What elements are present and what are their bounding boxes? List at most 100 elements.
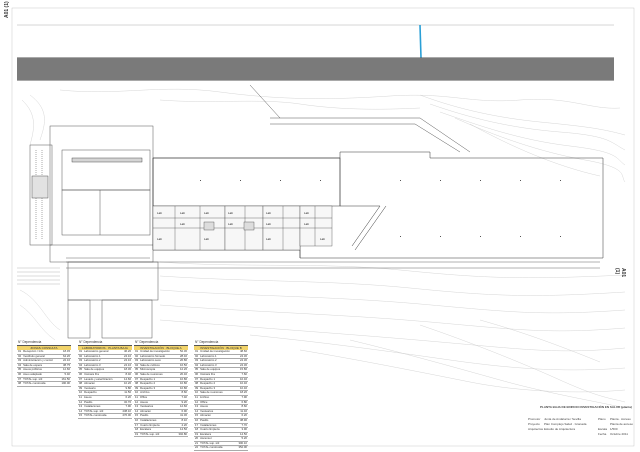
legend-row-area: 3.90 — [241, 428, 247, 432]
room-label: Lab — [304, 222, 309, 226]
legend-row-area: 302.80 — [178, 432, 187, 436]
legend-row-name: Despacho — [84, 391, 97, 395]
room-label: Lab — [157, 211, 162, 215]
legend-row-name: TOTAL sup. útil — [140, 432, 160, 436]
legend-row-name: Aseos — [200, 405, 208, 409]
title-block-field: 1/500 — [610, 427, 618, 431]
legend-row-name: Office — [200, 400, 208, 404]
legend-row-area: 24.10 — [124, 363, 131, 367]
legend-row-area: 20.40 — [180, 372, 187, 376]
legend-row-name: Sala de equipos — [200, 368, 221, 372]
legend-table-2: N° Dependencia LABORATORIOS · PLANTA BAJ… — [78, 340, 132, 419]
legend-row-name: Despacho 2 — [140, 382, 156, 386]
legend-row-name: Instalaciones — [84, 405, 101, 409]
legend-row-area: 8.60 — [241, 405, 247, 409]
legend-row-area: 7.40 — [181, 395, 187, 399]
legend-row-area: 4.20 — [181, 423, 187, 427]
title-block-field: Promotor — [528, 417, 541, 421]
legend-row-name: Escalera — [200, 432, 212, 436]
legend-row-area: 161.50 — [61, 377, 70, 381]
legend-row-area: 24.30 — [240, 359, 247, 363]
legend-row-name: Vestuarios — [200, 409, 214, 413]
title-block-title: PLANTA BAJA DE EDIFICIO INVESTIGACIÓN EN… — [540, 405, 632, 409]
legend-row-name: Sala de reuniones — [200, 391, 223, 395]
legend-row-name: Administración y control — [23, 359, 53, 363]
legend-row-area: 18.20 — [240, 391, 247, 395]
legend-row-area: 14.60 — [124, 377, 131, 381]
title-block-field: Octubre 2011 — [610, 432, 628, 436]
legend-row-name: Vestíbulo general — [23, 354, 45, 358]
legend-row-area: 8.40 — [125, 372, 131, 376]
room-label: Lab — [204, 211, 209, 215]
room-label: Lab — [204, 237, 209, 241]
legend-row-name: TOTAL sup. útil — [84, 409, 104, 413]
legend-row-area: 300.10 — [238, 441, 247, 445]
legend-row-name: Laboratorio seco — [140, 359, 161, 363]
title-block-field: Escala — [598, 427, 608, 431]
legend-row-name: Despacho 2 — [200, 382, 216, 386]
legend-row-name: Unidad de investigación — [200, 350, 230, 353]
access-road — [66, 257, 600, 269]
legend-row: 19 TOTAL sup. útil 302.80 — [134, 433, 188, 438]
legend-row-area: 24.30 — [240, 354, 247, 358]
legend-row-area: 52.30 — [180, 350, 187, 353]
legend-row-area: 24.30 — [240, 363, 247, 367]
legend-row-area: 38.90 — [240, 418, 247, 422]
legend-row-name: Laboratorio 3 — [84, 363, 101, 367]
legend-row-area: 8.10 — [181, 418, 187, 422]
legend-row-name: TOTAL sup. útil — [23, 377, 43, 381]
legend-row-name: Laboratorio general — [84, 350, 109, 353]
room-label: Lab — [157, 237, 162, 241]
title-block-field: Planta · Acceso — [610, 417, 631, 421]
legend-row-area: 38.75 — [63, 363, 70, 367]
legend-row-area: 6.20 — [125, 395, 131, 399]
legend-row-area: 10.40 — [240, 382, 247, 386]
legend-row-area: 9.20 — [181, 400, 187, 404]
legend-row-area: 190.00 — [61, 382, 70, 386]
contour-lines-upper — [21, 89, 626, 183]
title-block-field: Proyecto — [528, 422, 540, 426]
title-block-field: Estudio de Arquitectura — [544, 427, 576, 431]
title-block-field: Plano — [598, 417, 606, 421]
legend-row-name: Pasillo — [200, 418, 209, 422]
legend-row-name: Despacho 1 — [140, 377, 156, 381]
legend-row-name: Microscopía — [140, 368, 156, 372]
legend-row-area: 10.80 — [180, 377, 187, 381]
legend-row-name: TOTAL construida — [200, 446, 223, 450]
legend-row-name: Almacén — [84, 382, 96, 386]
annex-building — [29, 125, 159, 339]
legend-row-area: 28.40 — [180, 354, 187, 358]
legend-row-name: Laboratorio 1 — [200, 354, 217, 358]
legend-row-area: 16.50 — [180, 363, 187, 367]
legend-row-name: Vestuario — [84, 386, 96, 390]
legend-row-name: Lavado y esterilización — [84, 377, 113, 381]
legend-row: 08 TOTAL construida 190.00 — [17, 382, 71, 387]
room-label: Lab — [320, 237, 325, 241]
legend-row-area: 22.10 — [63, 359, 70, 363]
legend-row-area: 7.90 — [241, 395, 247, 399]
legend-row-area: 14.50 — [240, 432, 247, 436]
room-label: Lab — [266, 211, 271, 215]
legend-row-area: 26.80 — [180, 359, 187, 363]
legend-row-area: 18.45 — [63, 350, 70, 353]
legend-table-3: N° Dependencia INVESTIGACIÓN · BLOQUE A … — [134, 340, 188, 438]
legend-row-area: 6.80 — [241, 400, 247, 404]
room-label: Lab — [266, 222, 271, 226]
legend-row-area: 24.10 — [124, 354, 131, 358]
legend-row-name: Aseo adaptado — [23, 372, 42, 376]
legend-row-area: 10.20 — [124, 382, 131, 386]
legend-row-area: 12.60 — [180, 405, 187, 409]
legend-row-area: 276.00 — [122, 414, 131, 418]
legend-row-area: 7.70 — [241, 423, 247, 427]
legend-row-name: Ascensor — [200, 437, 212, 441]
legend-row-name: Laboratorio 3 — [200, 363, 217, 367]
legend-row-name: Aseos — [140, 400, 148, 404]
stairs-left — [17, 267, 60, 285]
legend-row-name: Instalaciones — [140, 418, 157, 422]
legend-row-area: 352.00 — [238, 446, 247, 450]
legend-row-name: Almacén — [140, 409, 152, 413]
legend-row-name: Escalera — [140, 428, 152, 432]
legend-row-name: Laboratorio 2 — [200, 359, 217, 363]
legend-row-name: Vestuarios — [140, 405, 154, 409]
room-label: Lab — [228, 211, 233, 215]
